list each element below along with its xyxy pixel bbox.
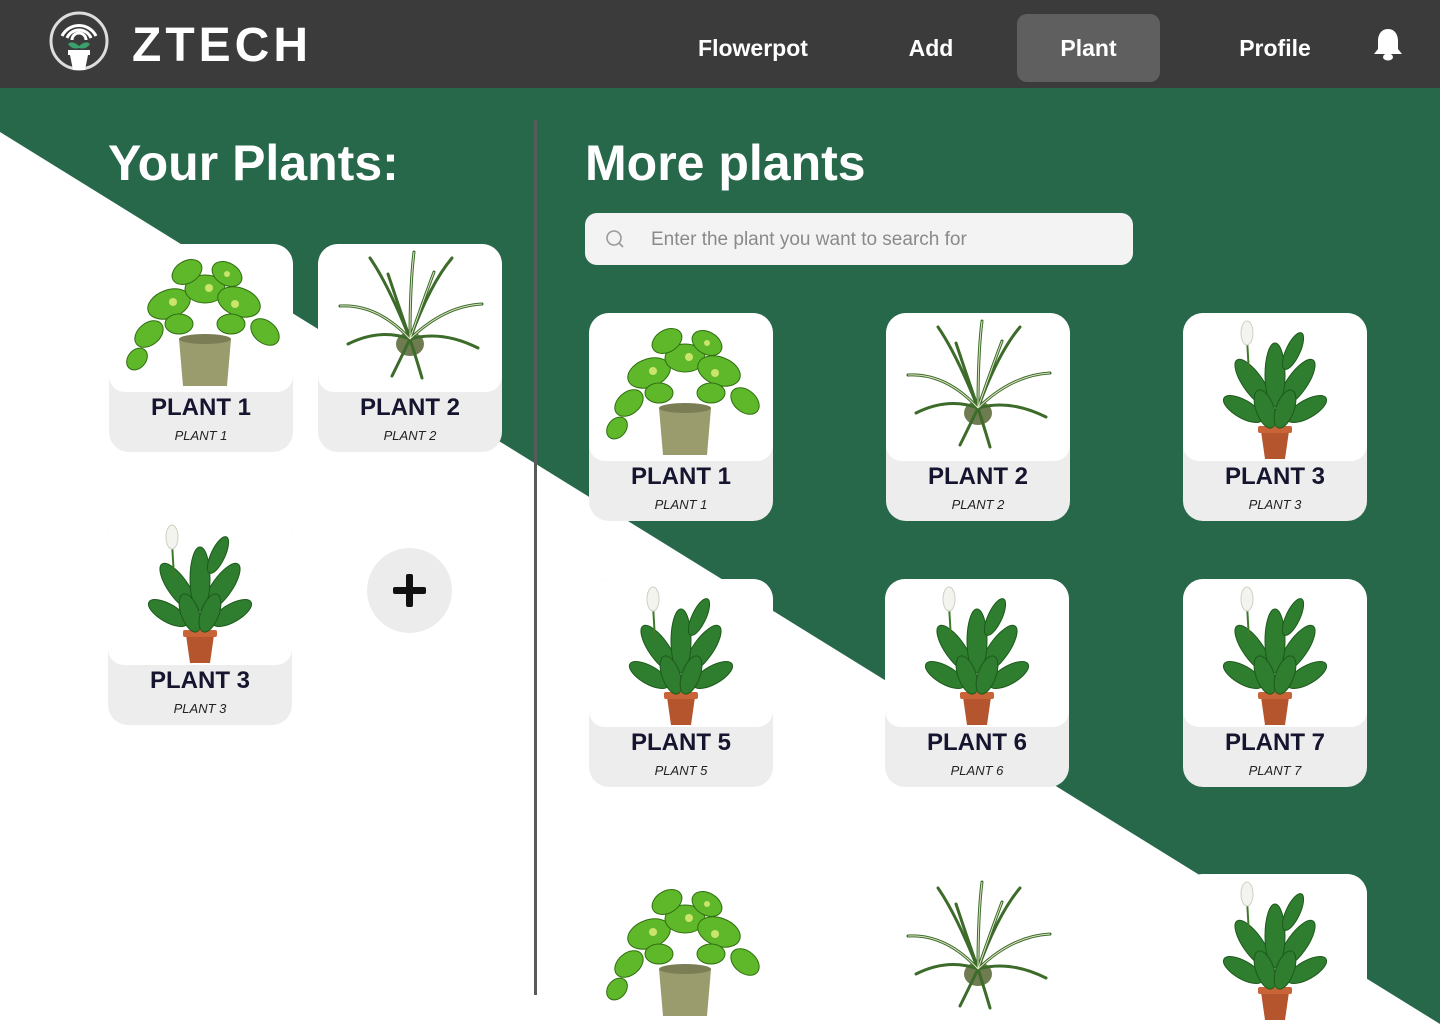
plant-subtitle: PLANT 7 — [1248, 763, 1302, 778]
your-plants-title: Your Plants: — [108, 135, 399, 191]
plant-image — [318, 244, 502, 392]
more-plant-card-2[interactable]: PLANT 2 PLANT 2 — [886, 313, 1070, 521]
more-plant-card-6[interactable]: PLANT 6 PLANT 6 — [885, 579, 1069, 787]
section-divider — [534, 120, 537, 995]
search-icon — [606, 230, 624, 248]
more-plants-title: More plants — [585, 135, 866, 191]
plant-image — [886, 313, 1070, 461]
your-plant-card-3[interactable]: PLANT 3 PLANT 3 — [108, 517, 292, 725]
plant-subtitle: PLANT 5 — [654, 763, 708, 778]
plant-name: PLANT 1 — [630, 463, 731, 490]
nav-profile[interactable]: Profile — [1210, 14, 1340, 82]
top-navigation-bar: ZTECH Flowerpot Add Plant Profile — [0, 0, 1440, 88]
plant-image — [1183, 313, 1367, 461]
nav-plant[interactable]: Plant — [1017, 14, 1160, 82]
plant-image — [109, 244, 293, 392]
plant-search-input[interactable] — [649, 213, 1113, 267]
plant-name: PLANT 2 — [359, 394, 460, 421]
nav-flowerpot[interactable]: Flowerpot — [675, 14, 831, 82]
plant-image — [885, 579, 1069, 727]
plant-image — [1183, 579, 1367, 727]
plant-name: PLANT 2 — [927, 463, 1028, 490]
your-plant-card-1[interactable]: PLANT 1 PLANT 1 — [109, 244, 293, 452]
plant-name: PLANT 1 — [150, 394, 251, 421]
plant-subtitle: PLANT 2 — [951, 497, 1005, 512]
more-plant-card-8[interactable] — [589, 874, 773, 1024]
nav-add[interactable]: Add — [876, 14, 986, 82]
more-plant-card-7[interactable]: PLANT 7 PLANT 7 — [1183, 579, 1367, 787]
plant-subtitle: PLANT 3 — [173, 701, 227, 716]
your-plant-card-2[interactable]: PLANT 2 PLANT 2 — [318, 244, 502, 452]
more-plant-card-5[interactable]: PLANT 5 PLANT 5 — [589, 579, 773, 787]
plant-subtitle: PLANT 3 — [1248, 497, 1302, 512]
plant-image — [108, 517, 292, 665]
plant-subtitle: PLANT 2 — [383, 428, 437, 443]
plant-image — [589, 874, 773, 1022]
plant-name: PLANT 6 — [926, 729, 1027, 756]
plant-name: PLANT 5 — [630, 729, 731, 756]
plant-image — [589, 313, 773, 461]
brand-name: ZTECH — [132, 19, 312, 72]
more-plant-card-3[interactable]: PLANT 3 PLANT 3 — [1183, 313, 1367, 521]
plant-search-bar[interactable] — [585, 213, 1133, 267]
bell-icon[interactable] — [1370, 26, 1406, 62]
plant-subtitle: PLANT 6 — [950, 763, 1004, 778]
plant-image — [886, 874, 1070, 1022]
more-plant-card-9[interactable] — [886, 874, 1070, 1024]
add-plant-button[interactable] — [367, 548, 452, 633]
ztech-logo-icon — [49, 11, 109, 71]
plant-image — [1183, 874, 1367, 1022]
plant-name: PLANT 3 — [1224, 463, 1325, 490]
plant-image — [589, 579, 773, 727]
plant-name: PLANT 7 — [1224, 729, 1325, 756]
more-plant-card-10[interactable] — [1183, 874, 1367, 1024]
more-plant-card-1[interactable]: PLANT 1 PLANT 1 — [589, 313, 773, 521]
plant-subtitle: PLANT 1 — [174, 428, 228, 443]
plant-name: PLANT 3 — [149, 667, 250, 694]
plant-subtitle: PLANT 1 — [654, 497, 708, 512]
